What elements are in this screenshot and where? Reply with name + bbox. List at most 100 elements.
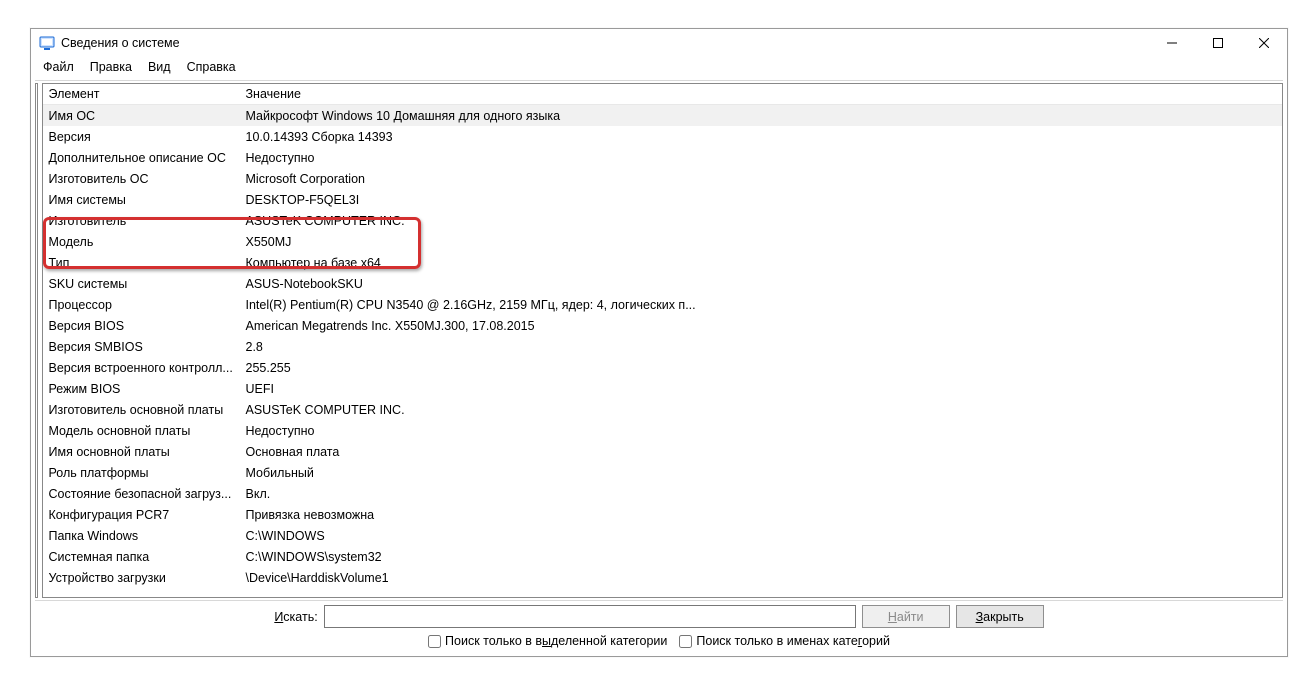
row-key: Роль платформы — [43, 462, 240, 483]
row-key: Режим BIOS — [43, 378, 240, 399]
row-key: Модель — [43, 231, 240, 252]
row-key: SKU системы — [43, 273, 240, 294]
table-row[interactable]: Имя системыDESKTOP-F5QEL3I — [43, 189, 1283, 210]
row-value: ASUS-NotebookSKU — [240, 273, 1283, 294]
table-row[interactable]: Версия BIOSAmerican Megatrends Inc. X550… — [43, 315, 1283, 336]
checkbox-names-only[interactable]: Поиск только в именах категорий — [679, 634, 890, 648]
row-value: DESKTOP-F5QEL3I — [240, 189, 1283, 210]
close-button[interactable] — [1241, 29, 1287, 57]
search-label-rest: скать: — [283, 610, 317, 624]
find-button[interactable]: Найти — [862, 605, 950, 628]
search-label: Искать: — [274, 610, 317, 624]
menu-file[interactable]: Файл — [35, 58, 82, 76]
row-value: ASUSTeK COMPUTER INC. — [240, 210, 1283, 231]
row-key: Состояние безопасной загруз... — [43, 483, 240, 504]
table-row[interactable]: Папка WindowsC:\WINDOWS — [43, 525, 1283, 546]
table-row[interactable]: Изготовитель ОСMicrosoft Corporation — [43, 168, 1283, 189]
table-row[interactable]: Изготовитель основной платыASUSTeK COMPU… — [43, 399, 1283, 420]
row-value: X550MJ — [240, 231, 1283, 252]
row-value: UEFI — [240, 378, 1283, 399]
window-title: Сведения о системе — [61, 36, 1149, 50]
table-row[interactable]: Состояние безопасной загруз...Вкл. — [43, 483, 1283, 504]
row-key: Системная папка — [43, 546, 240, 567]
table-row[interactable]: Роль платформыМобильный — [43, 462, 1283, 483]
row-value: 10.0.14393 Сборка 14393 — [240, 126, 1283, 147]
row-value: American Megatrends Inc. X550MJ.300, 17.… — [240, 315, 1283, 336]
row-key: Изготовитель ОС — [43, 168, 240, 189]
maximize-button[interactable] — [1195, 29, 1241, 57]
table-row[interactable]: Устройство загрузки\Device\HarddiskVolum… — [43, 567, 1283, 588]
table-row[interactable]: МодельX550MJ — [43, 231, 1283, 252]
col-value[interactable]: Значение — [240, 84, 1283, 105]
tree-root[interactable]: Сведения о системе — [36, 86, 38, 103]
row-value: C:\WINDOWS — [240, 525, 1283, 546]
row-key: Имя основной платы — [43, 441, 240, 462]
tree-node-components[interactable]: + Компоненты — [36, 120, 38, 137]
close-button-rest: акрыть — [983, 610, 1024, 624]
row-value: ASUSTeK COMPUTER INC. — [240, 399, 1283, 420]
details-pane: Элемент Значение Имя ОСМайкрософт Window… — [42, 83, 1284, 598]
row-value: Мобильный — [240, 462, 1283, 483]
minimize-button[interactable] — [1149, 29, 1195, 57]
menu-help[interactable]: Справка — [179, 58, 244, 76]
find-button-rest: айти — [897, 610, 924, 624]
table-row[interactable]: Версия10.0.14393 Сборка 14393 — [43, 126, 1283, 147]
menubar: Файл Правка Вид Справка — [31, 57, 1287, 80]
row-key: Тип — [43, 252, 240, 273]
menu-edit[interactable]: Правка — [82, 58, 140, 76]
row-value: Основная плата — [240, 441, 1283, 462]
row-key: Папка Windows — [43, 525, 240, 546]
titlebar: Сведения о системе — [31, 29, 1287, 57]
table-row[interactable]: Имя ОСМайкрософт Windows 10 Домашняя для… — [43, 105, 1283, 127]
table-row[interactable]: Режим BIOSUEFI — [43, 378, 1283, 399]
navigation-tree[interactable]: Сведения о системе + Аппаратные ресурсы … — [35, 83, 38, 598]
search-input[interactable] — [324, 605, 856, 628]
table-row[interactable]: Имя основной платыОсновная плата — [43, 441, 1283, 462]
close-search-button[interactable]: Закрыть — [956, 605, 1044, 628]
row-key: Изготовитель основной платы — [43, 399, 240, 420]
details-scroll[interactable]: Элемент Значение Имя ОСМайкрософт Window… — [43, 84, 1283, 597]
details-table: Элемент Значение Имя ОСМайкрософт Window… — [43, 84, 1283, 588]
row-key: Модель основной платы — [43, 420, 240, 441]
table-row[interactable]: ПроцессорIntel(R) Pentium(R) CPU N3540 @… — [43, 294, 1283, 315]
row-value: 2.8 — [240, 336, 1283, 357]
row-key: Версия встроенного контролл... — [43, 357, 240, 378]
row-value: C:\WINDOWS\system32 — [240, 546, 1283, 567]
tree-node-hardware[interactable]: + Аппаратные ресурсы — [36, 103, 38, 120]
row-value: Microsoft Corporation — [240, 168, 1283, 189]
row-key: Дополнительное описание ОС — [43, 147, 240, 168]
row-value: Компьютер на базе x64 — [240, 252, 1283, 273]
row-key: Изготовитель — [43, 210, 240, 231]
table-row[interactable]: ТипКомпьютер на базе x64 — [43, 252, 1283, 273]
row-value: Вкл. — [240, 483, 1283, 504]
table-row[interactable]: Конфигурация PCR7Привязка невозможна — [43, 504, 1283, 525]
system-information-window: Сведения о системе Файл Правка Вид Справ… — [30, 28, 1288, 657]
window-controls — [1149, 29, 1287, 57]
table-row[interactable]: Системная папкаC:\WINDOWS\system32 — [43, 546, 1283, 567]
table-row[interactable]: Версия SMBIOS2.8 — [43, 336, 1283, 357]
row-value: 255.255 — [240, 357, 1283, 378]
row-value: \Device\HarddiskVolume1 — [240, 567, 1283, 588]
row-value: Intel(R) Pentium(R) CPU N3540 @ 2.16GHz,… — [240, 294, 1283, 315]
menu-view[interactable]: Вид — [140, 58, 179, 76]
app-icon — [39, 35, 55, 51]
row-value: Майкрософт Windows 10 Домашняя для одног… — [240, 105, 1283, 127]
table-row[interactable]: ИзготовительASUSTeK COMPUTER INC. — [43, 210, 1283, 231]
col-element[interactable]: Элемент — [43, 84, 240, 105]
checkbox-names-only-input[interactable] — [679, 635, 692, 648]
row-value: Недоступно — [240, 147, 1283, 168]
tree-node-software[interactable]: + Программная среда — [36, 137, 38, 154]
footer: Искать: Найти Закрыть Поиск только в выд… — [31, 601, 1287, 656]
row-key: Устройство загрузки — [43, 567, 240, 588]
checkbox-names-only-label: Поиск только в именах категорий — [696, 634, 890, 648]
row-value: Привязка невозможна — [240, 504, 1283, 525]
row-key: Имя ОС — [43, 105, 240, 127]
table-row[interactable]: Версия встроенного контролл...255.255 — [43, 357, 1283, 378]
row-key: Конфигурация PCR7 — [43, 504, 240, 525]
table-row[interactable]: Модель основной платыНедоступно — [43, 420, 1283, 441]
checkbox-selected-category[interactable]: Поиск только в выделенной категории — [428, 634, 667, 648]
table-row[interactable]: Дополнительное описание ОСНедоступно — [43, 147, 1283, 168]
row-key: Имя системы — [43, 189, 240, 210]
checkbox-selected-category-input[interactable] — [428, 635, 441, 648]
table-row[interactable]: SKU системыASUS-NotebookSKU — [43, 273, 1283, 294]
